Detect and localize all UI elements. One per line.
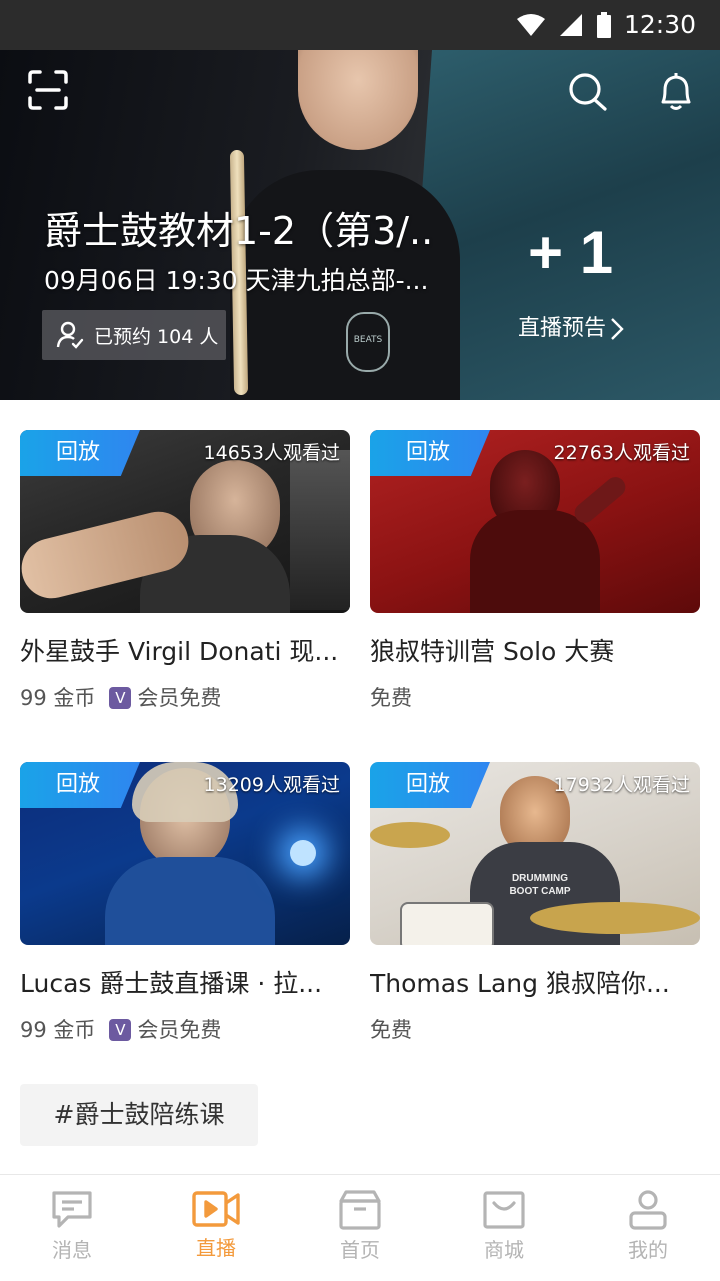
free-price-label: 免费	[370, 686, 412, 710]
nav-item-home[interactable]: 首页	[288, 1175, 432, 1281]
hero-person-head	[298, 50, 418, 150]
vip-free-label: 会员免费	[137, 1018, 222, 1042]
view-count: 22763人观看过	[553, 442, 690, 464]
replay-badge: 回放	[20, 430, 140, 476]
replay-card[interactable]: 回放 14653人观看过 外星鼓手 Virgil Donati 现... 99 …	[20, 430, 350, 713]
shop-bag-icon	[483, 1191, 525, 1229]
hero-shirt-logo: BEATS	[346, 312, 390, 372]
card-title: Lucas 爵士鼓直播课 · 拉...	[20, 969, 323, 998]
live-preview-link[interactable]: 直播预告	[518, 312, 626, 346]
live-camera-icon	[192, 1191, 240, 1227]
price-row: 免费	[370, 1015, 700, 1045]
chevron-right-icon	[611, 318, 624, 340]
scan-icon[interactable]	[28, 70, 68, 110]
coin-price: 99 金币	[20, 686, 96, 710]
card-title: 狼叔特训营 Solo 大赛	[370, 637, 615, 666]
home-box-icon	[339, 1190, 381, 1230]
nav-label: 直播	[196, 1236, 236, 1260]
bottom-nav: 消息 直播 首页 商城 我的	[0, 1174, 720, 1281]
price-row: 99 金币 V 会员免费	[20, 1015, 350, 1045]
user-check-icon	[56, 321, 84, 349]
replay-thumbnail[interactable]: 回放 13209人观看过	[20, 762, 350, 945]
nav-label: 消息	[52, 1238, 92, 1262]
price-row: 免费	[370, 683, 700, 713]
replay-card[interactable]: 回放 22763人观看过 狼叔特训营 Solo 大赛 免费	[370, 430, 700, 713]
coin-price: 99 金币	[20, 1018, 96, 1042]
replay-thumbnail[interactable]: 回放 14653人观看过	[20, 430, 350, 613]
vip-free-label: 会员免费	[137, 686, 222, 710]
status-bar: 12:30	[0, 0, 720, 50]
message-icon	[52, 1191, 92, 1228]
nav-item-messages[interactable]: 消息	[0, 1175, 144, 1281]
replay-badge: 回放	[370, 762, 490, 808]
bell-icon[interactable]	[656, 70, 696, 112]
nav-item-profile[interactable]: 我的	[576, 1175, 720, 1281]
reservation-count-chip: 已预约 104 人	[42, 310, 226, 360]
replay-badge: 回放	[20, 762, 140, 808]
status-time: 12:30	[623, 10, 696, 39]
view-count: 14653人观看过	[203, 442, 340, 464]
card-title: Thomas Lang 狼叔陪你...	[370, 969, 670, 998]
card-title: 外星鼓手 Virgil Donati 现...	[20, 637, 339, 666]
view-count: 17932人观看过	[553, 774, 690, 796]
replay-badge: 回放	[370, 430, 490, 476]
free-price-label: 免费	[370, 1018, 412, 1042]
vip-icon: V	[109, 687, 132, 709]
nav-label: 首页	[340, 1238, 380, 1262]
topic-tag-chip[interactable]: #爵士鼓陪练课	[20, 1084, 258, 1146]
replay-thumbnail[interactable]: DRUMMING BOOT CAMP 回放 17932人观看过	[370, 762, 700, 945]
nav-label: 商城	[484, 1238, 524, 1262]
replay-card[interactable]: 回放 13209人观看过 Lucas 爵士鼓直播课 · 拉... 99 金币 V…	[20, 762, 350, 1045]
plus-one-count: + 1	[528, 219, 614, 286]
live-preview-label: 直播预告	[518, 316, 607, 341]
live-datetime-location: 09月06日 19:30 天津九拍总部-...	[44, 266, 429, 295]
nav-label: 我的	[628, 1238, 668, 1262]
live-title: 爵士鼓教材1-2（第3/..	[44, 209, 434, 253]
live-preview-banner[interactable]: BEATS 爵士鼓教材1-2（第3/.. 09月06日 19:30 天津九拍总部…	[0, 50, 720, 400]
view-count: 13209人观看过	[203, 774, 340, 796]
cell-signal-icon	[559, 14, 582, 36]
battery-icon	[596, 12, 611, 38]
wifi-icon	[516, 14, 545, 36]
profile-icon	[629, 1190, 667, 1230]
price-row: 99 金币 V 会员免费	[20, 683, 350, 713]
reservation-count-text: 已预约 104 人	[94, 325, 219, 348]
nav-item-live[interactable]: 直播	[144, 1175, 288, 1281]
shirt-print: DRUMMING BOOT CAMP	[509, 873, 571, 897]
vip-icon: V	[109, 1019, 132, 1041]
search-icon[interactable]	[568, 72, 608, 112]
replay-card[interactable]: DRUMMING BOOT CAMP 回放 17932人观看过 Thomas L…	[370, 762, 700, 1045]
replay-thumbnail[interactable]: 回放 22763人观看过	[370, 430, 700, 613]
nav-item-shop[interactable]: 商城	[432, 1175, 576, 1281]
